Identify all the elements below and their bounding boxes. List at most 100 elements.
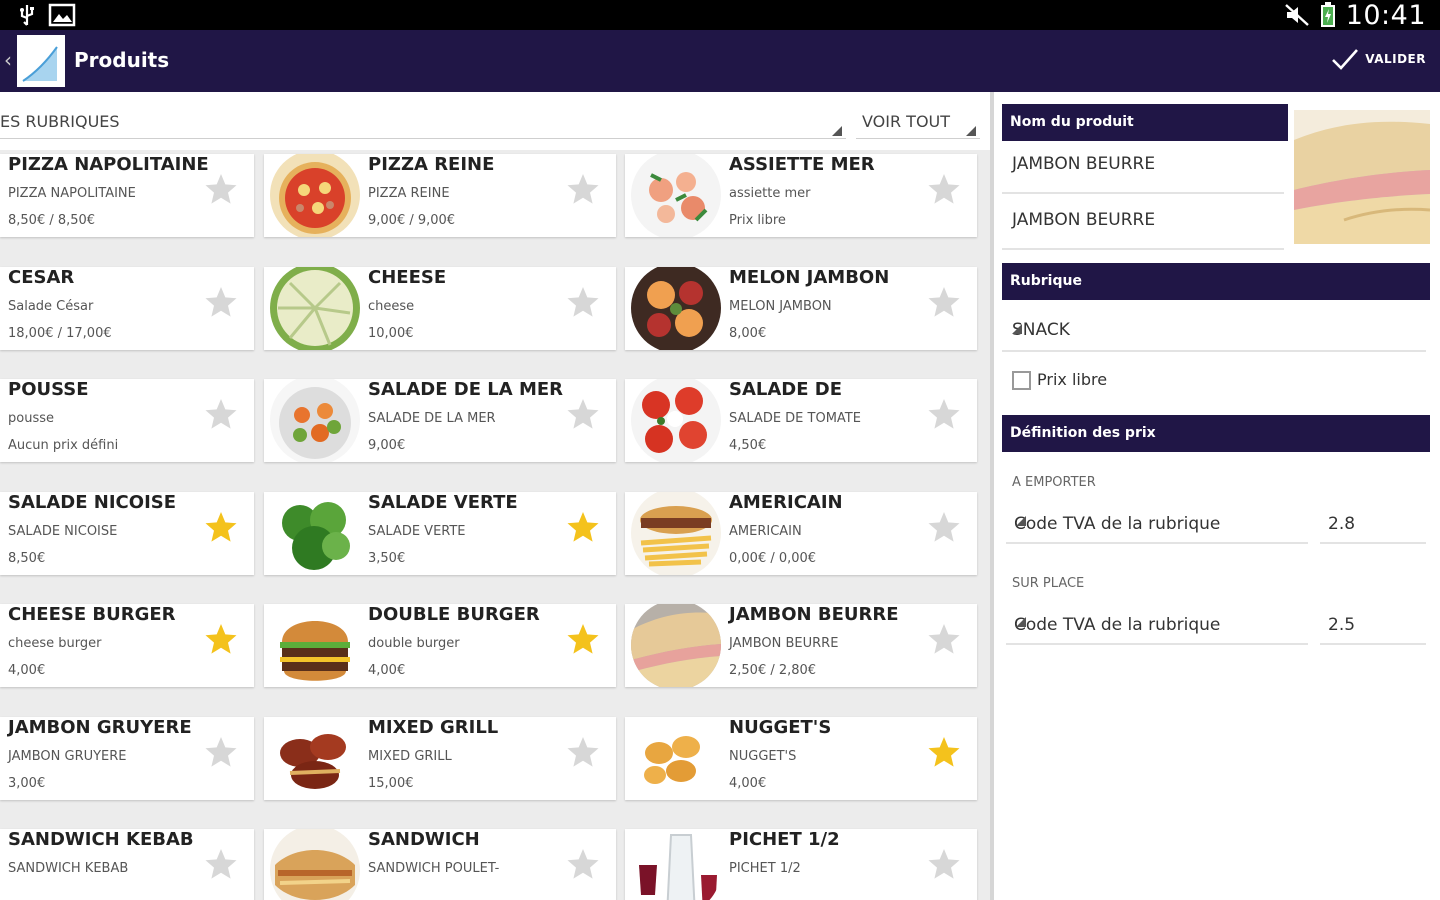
product-card[interactable]: SALADE VERTE SALADE VERTE 3,50€: [264, 492, 616, 575]
star-icon[interactable]: [927, 172, 961, 206]
product-price: 15,00€: [368, 776, 414, 791]
star-icon[interactable]: [927, 847, 961, 881]
star-icon[interactable]: [566, 397, 600, 431]
product-card[interactable]: PIZZA REINE PIZZA REINE 9,00€ / 9,00€: [264, 154, 616, 237]
product-card[interactable]: SANDWICH KEBAB SANDWICH KEBAB: [0, 829, 254, 900]
valider-label: VALIDER: [1365, 52, 1426, 66]
product-price: 9,00€: [368, 438, 406, 453]
star-filled-icon[interactable]: [204, 510, 238, 544]
a-emporter-label: A EMPORTER: [1012, 475, 1096, 490]
product-thumbnail: [631, 379, 721, 462]
product-card[interactable]: POUSSE pousse Aucun prix défini: [0, 379, 254, 462]
product-card[interactable]: MIXED GRILL MIXED GRILL 15,00€: [264, 717, 616, 800]
product-price: 3,50€: [368, 551, 406, 566]
star-icon[interactable]: [204, 397, 238, 431]
emporter-rate-input[interactable]: 2.8: [1320, 504, 1426, 544]
product-card[interactable]: MELON JAMBON MELON JAMBON 8,00€: [625, 267, 977, 350]
surplace-tva-dropdown[interactable]: Code TVA de la rubrique: [1006, 605, 1308, 645]
star-icon[interactable]: [204, 735, 238, 769]
product-card[interactable]: SANDWICH SANDWICH POULET-: [264, 829, 616, 900]
clock: 10:41: [1345, 0, 1426, 31]
rubriques-dropdown[interactable]: ES RUBRIQUES: [0, 102, 846, 139]
star-icon[interactable]: [927, 397, 961, 431]
app-logo[interactable]: [17, 35, 65, 87]
product-name: SANDWICH KEBAB: [8, 829, 194, 850]
nom-section-header: Nom du produit: [1002, 104, 1288, 141]
product-name: DOUBLE BURGER: [368, 604, 540, 625]
star-filled-icon[interactable]: [566, 622, 600, 656]
product-thumbnail: [270, 829, 360, 900]
rubriques-label: ES RUBRIQUES: [0, 112, 120, 131]
image-icon: [48, 3, 76, 27]
product-card[interactable]: SALADE DE LA MER SALADE DE LA MER 9,00€: [264, 379, 616, 462]
product-card[interactable]: CESAR Salade César 18,00€ / 17,00€: [0, 267, 254, 350]
dropdown-arrow-icon: [966, 126, 976, 136]
back-icon[interactable]: ‹: [4, 48, 12, 72]
product-card[interactable]: CHEESE BURGER cheese burger 4,00€: [0, 604, 254, 687]
product-description: double burger: [368, 636, 460, 651]
product-detail-panel: Nom du produit JAMBON BEURRE JAMBON BEUR…: [994, 92, 1440, 900]
product-card[interactable]: SALADE NICOISE SALADE NICOISE 8,50€: [0, 492, 254, 575]
product-name: AMERICAIN: [729, 492, 843, 513]
product-thumbnail: [631, 154, 721, 237]
prix-libre-checkbox[interactable]: [1012, 371, 1031, 390]
prix-libre-label: Prix libre: [1037, 370, 1108, 389]
star-filled-icon[interactable]: [566, 510, 600, 544]
product-label-field[interactable]: JAMBON BEURRE: [1002, 198, 1284, 250]
product-card[interactable]: CHEESE cheese 10,00€: [264, 267, 616, 350]
product-name-field[interactable]: JAMBON BEURRE: [1002, 142, 1284, 194]
product-thumbnail: [270, 154, 360, 237]
star-icon[interactable]: [204, 847, 238, 881]
star-filled-icon[interactable]: [204, 622, 238, 656]
star-icon[interactable]: [566, 172, 600, 206]
star-icon[interactable]: [927, 285, 961, 319]
rubrique-dropdown[interactable]: SNACK: [1002, 312, 1426, 352]
star-icon[interactable]: [566, 847, 600, 881]
product-card[interactable]: JAMBON GRUYERE JAMBON GRUYERE 3,00€: [0, 717, 254, 800]
product-price: 4,00€: [368, 663, 406, 678]
mute-icon: [1284, 4, 1309, 26]
product-card[interactable]: PIZZA NAPOLITAINE PIZZA NAPOLITAINE 8,50€ …: [0, 154, 254, 237]
star-icon[interactable]: [204, 172, 238, 206]
sur-place-label: SUR PLACE: [1012, 576, 1085, 591]
product-price: 2,50€ / 2,80€: [729, 663, 817, 678]
star-icon[interactable]: [566, 735, 600, 769]
product-name: PIZZA NAPOLITAINE: [8, 154, 209, 175]
emporter-tva-dropdown[interactable]: Code TVA de la rubrique: [1006, 504, 1308, 544]
product-name: CHEESE BURGER: [8, 604, 176, 625]
prix-section-header: Définition des prix: [1002, 415, 1430, 452]
product-description: SANDWICH POULET-: [368, 861, 500, 876]
product-card[interactable]: NUGGET'S NUGGET'S 4,00€: [625, 717, 977, 800]
dropdown-arrow-icon: [1016, 617, 1026, 627]
star-icon[interactable]: [927, 622, 961, 656]
voir-tout-dropdown[interactable]: VOIR TOUT: [856, 102, 980, 139]
product-price: 8,50€ / 8,50€: [8, 213, 96, 228]
product-name: MIXED GRILL: [368, 717, 499, 738]
product-price: Prix libre: [729, 213, 786, 228]
product-description: pousse: [8, 411, 54, 426]
product-card[interactable]: DOUBLE BURGER double burger 4,00€: [264, 604, 616, 687]
star-icon[interactable]: [566, 285, 600, 319]
product-thumbnail: [631, 829, 721, 900]
product-card[interactable]: AMERICAIN AMERICAIN 0,00€ / 0,00€: [625, 492, 977, 575]
product-card[interactable]: JAMBON BEURRE JAMBON BEURRE 2,50€ / 2,80€: [625, 604, 977, 687]
product-description: assiette mer: [729, 186, 811, 201]
surplace-rate-input[interactable]: 2.5: [1320, 605, 1426, 645]
product-card[interactable]: SALADE DE SALADE DE TOMATE 4,50€: [625, 379, 977, 462]
product-photo[interactable]: [1294, 110, 1430, 244]
product-description: Salade César: [8, 299, 94, 314]
dropdown-arrow-icon: [1016, 516, 1026, 526]
product-name: JAMBON BEURRE: [729, 604, 899, 625]
product-card[interactable]: PICHET 1/2 PICHET 1/2: [625, 829, 977, 900]
star-icon[interactable]: [204, 285, 238, 319]
star-icon[interactable]: [927, 510, 961, 544]
product-description: SANDWICH KEBAB: [8, 861, 129, 876]
dropdown-arrow-icon: [832, 126, 842, 136]
valider-button[interactable]: VALIDER: [1331, 48, 1426, 70]
product-price: 3,00€: [8, 776, 46, 791]
product-description: SALADE VERTE: [368, 524, 466, 539]
product-card[interactable]: ASSIETTE MER assiette mer Prix libre: [625, 154, 977, 237]
star-filled-icon[interactable]: [927, 735, 961, 769]
rubrique-section-header: Rubrique: [1002, 263, 1430, 300]
product-description: AMERICAIN: [729, 524, 802, 539]
